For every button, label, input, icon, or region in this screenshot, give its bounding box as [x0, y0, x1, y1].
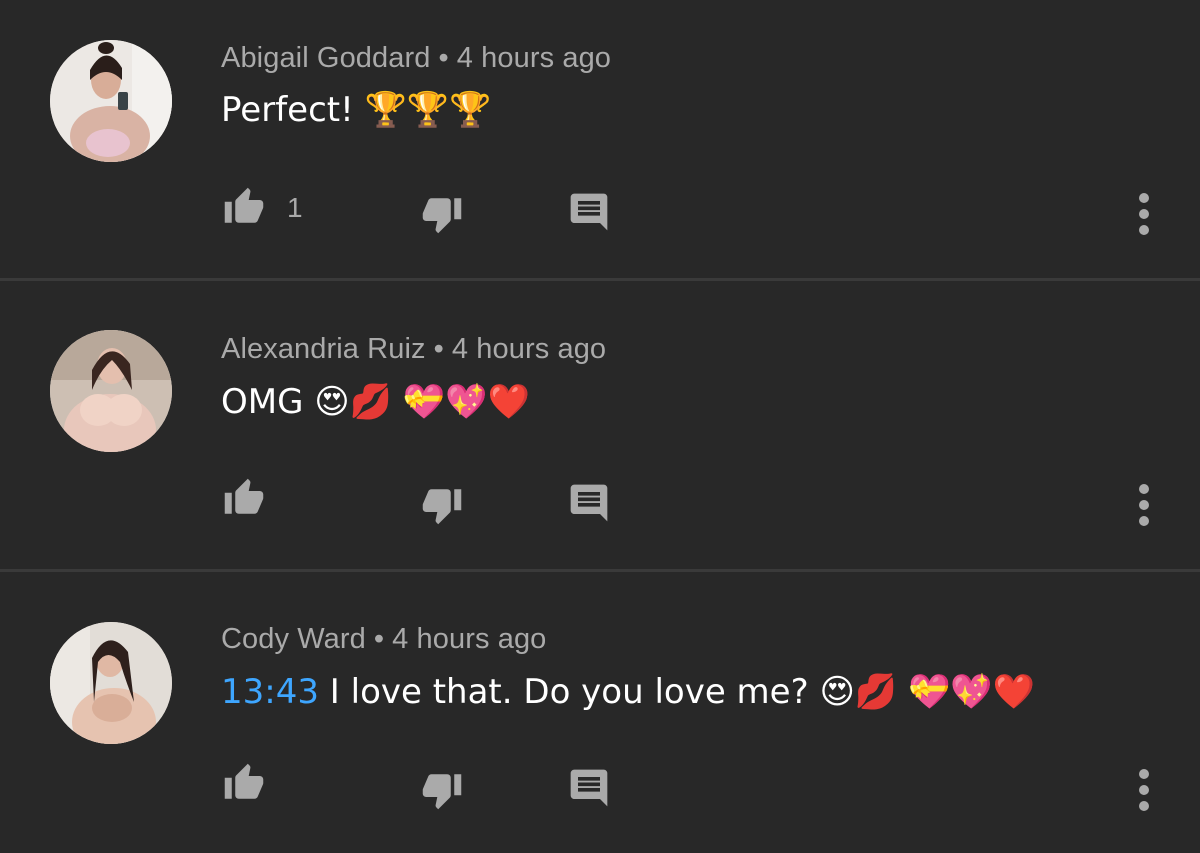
author-name[interactable]: Alexandria Ruiz: [221, 333, 426, 365]
comment-time[interactable]: 4 hours ago: [457, 42, 611, 74]
like-button[interactable]: [218, 758, 270, 808]
comment-meta: Alexandria Ruiz • 4 hours ago: [221, 333, 606, 366]
thumb-up-icon: [224, 478, 264, 514]
comment-item: Alexandria Ruiz • 4 hours ago OMG 😍💋 💝💖❤️: [0, 281, 1200, 569]
more-vertical-icon: [1139, 769, 1149, 811]
comment-icon: [570, 193, 608, 231]
comment-text: Perfect! 🏆🏆🏆: [221, 90, 492, 130]
comment-body: I love that. Do you love me? 😍💋 💝💖❤️: [318, 672, 1036, 712]
avatar-image: [50, 622, 172, 744]
thumb-up-icon: [224, 763, 264, 799]
comment-meta: Abigail Goddard • 4 hours ago: [221, 42, 611, 75]
comment-actions: [0, 473, 1200, 526]
dislike-button[interactable]: [416, 473, 468, 525]
thumb-down-icon: [422, 489, 462, 525]
avatar-image: [50, 330, 172, 452]
more-options-button[interactable]: [1128, 758, 1160, 811]
comment-time[interactable]: 4 hours ago: [392, 623, 546, 655]
more-vertical-icon: [1139, 193, 1149, 235]
reply-button[interactable]: [566, 758, 612, 808]
dislike-button[interactable]: [416, 182, 468, 234]
thumb-up-icon: [224, 187, 264, 223]
reply-button[interactable]: [566, 182, 612, 232]
meta-separator: •: [438, 42, 449, 74]
comment-item: Abigail Goddard • 4 hours ago Perfect! 🏆🏆🏆…: [0, 0, 1200, 278]
comment-text: 13:43 I love that. Do you love me? 😍💋 💝💖…: [221, 672, 1035, 712]
thumb-down-icon: [422, 198, 462, 234]
comment-text: OMG 😍💋 💝💖❤️: [221, 382, 530, 422]
reply-button[interactable]: [566, 473, 612, 523]
more-options-button[interactable]: [1128, 473, 1160, 526]
like-count: 1: [287, 192, 303, 223]
avatar[interactable]: [50, 330, 172, 452]
comment-meta: Cody Ward • 4 hours ago: [221, 623, 546, 656]
comment-icon: [570, 484, 608, 522]
comment-icon: [570, 769, 608, 807]
avatar[interactable]: [50, 40, 172, 162]
like-button[interactable]: [218, 182, 270, 232]
comment-body: Perfect! 🏆🏆🏆: [221, 90, 492, 130]
meta-separator: •: [373, 623, 385, 655]
more-options-button[interactable]: [1128, 182, 1160, 235]
author-name[interactable]: Cody Ward: [221, 623, 366, 655]
meta-separator: •: [433, 333, 444, 365]
thumb-down-icon: [422, 774, 462, 810]
video-timestamp-link[interactable]: 13:43: [221, 672, 319, 712]
comment-actions: [0, 758, 1200, 811]
comment-body: OMG 😍💋 💝💖❤️: [221, 382, 530, 422]
like-button[interactable]: [218, 473, 270, 523]
comment-actions: 1: [0, 182, 1200, 235]
more-vertical-icon: [1139, 484, 1149, 526]
dislike-button[interactable]: [416, 758, 468, 810]
avatar-image: [50, 40, 172, 162]
avatar[interactable]: [50, 622, 172, 744]
author-name[interactable]: Abigail Goddard: [221, 42, 430, 74]
comment-time[interactable]: 4 hours ago: [452, 333, 606, 365]
comment-item: Cody Ward • 4 hours ago 13:43 I love that.…: [0, 572, 1200, 853]
